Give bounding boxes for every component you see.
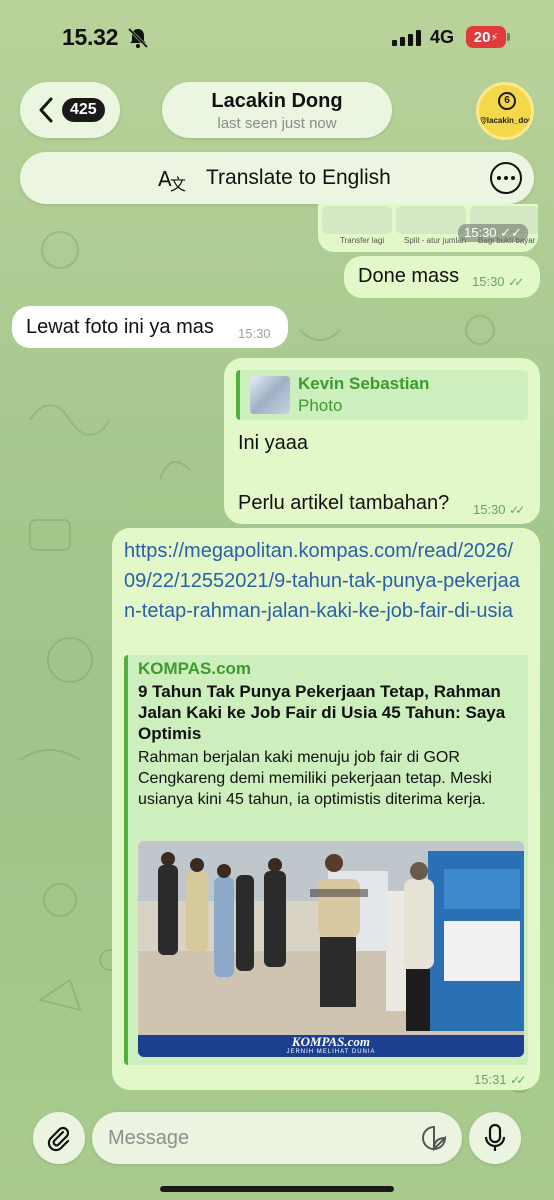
message-time: 15:30 ✓✓: [473, 502, 525, 517]
signal-icon: [392, 30, 421, 46]
battery-indicator: 20 ⚡: [466, 26, 510, 48]
preview-site-name: KOMPAS.com: [138, 659, 252, 678]
unread-count-badge: 425: [62, 98, 105, 122]
message-text: Done mass: [358, 265, 460, 287]
transfer-again-label: Transfer lagi: [340, 236, 385, 245]
home-indicator: [160, 1186, 394, 1192]
preview-photo: [138, 841, 524, 1057]
sticker-icon[interactable]: [420, 1124, 448, 1152]
paperclip-icon: [47, 1126, 70, 1152]
double-check-icon: ✓✓: [508, 275, 524, 289]
chat-name: Lacakin Dong: [211, 90, 343, 112]
message-input[interactable]: [92, 1112, 462, 1164]
preview-image[interactable]: KOMPAS.com JERNIH MELIHAT DUNIA: [138, 841, 524, 1057]
translate-label: Translate to English: [206, 166, 391, 189]
reply-type: Photo: [298, 396, 343, 415]
last-seen-status: last seen just now: [217, 115, 337, 132]
battery-level: 20: [473, 28, 491, 46]
message-bubble-outgoing[interactable]: Done mass 15:30 ✓✓: [344, 256, 540, 298]
avatar-logo: 6: [498, 92, 516, 110]
message-time: 15:30 ✓✓: [472, 274, 524, 289]
svg-text:文: 文: [170, 175, 186, 194]
translate-bar[interactable]: A 文 Translate to English: [20, 152, 534, 204]
message-time: 15:31 ✓✓: [474, 1072, 526, 1087]
translate-icon: A 文: [158, 167, 186, 194]
link-preview[interactable]: KOMPAS.com 9 Tahun Tak Punya Pekerjaan T…: [124, 655, 528, 1065]
previous-message-card[interactable]: Transfer lagi Split - atur jumlah Bagi b…: [318, 204, 538, 252]
bell-slash-icon: [127, 27, 149, 49]
more-options-button[interactable]: [490, 162, 522, 194]
transfer-again-button: [322, 206, 392, 234]
split-label: Split - atur jumlah: [404, 236, 467, 245]
message-text: Ini yaaa: [238, 432, 309, 454]
reply-photo-thumbnail: [250, 376, 290, 414]
status-time: 15.32: [62, 24, 119, 50]
preview-description: Rahman berjalan kaki menuju job fair di …: [138, 749, 492, 808]
kompas-logo: KOMPAS.com: [291, 1034, 371, 1049]
message-text: Lewat foto ini ya mas: [26, 316, 214, 338]
chevron-left-icon: [39, 97, 53, 123]
chat-title[interactable]: Lacakin Dong last seen just now: [162, 82, 392, 138]
back-button[interactable]: 425: [20, 82, 120, 138]
message-bubble-incoming[interactable]: Lewat foto ini ya mas 15:30: [12, 306, 288, 348]
double-check-icon: ✓✓: [510, 1073, 526, 1087]
microphone-icon: [484, 1123, 506, 1151]
microphone-button[interactable]: [469, 1112, 521, 1164]
message-time: 15:30: [238, 326, 271, 341]
kompas-tagline: JERNIH MELIHAT DUNIA: [286, 1049, 376, 1055]
avatar-handle: @lacakin_dong: [479, 116, 534, 125]
double-check-icon: ✓✓: [509, 503, 525, 517]
avatar[interactable]: 6 @lacakin_dong: [476, 82, 534, 140]
message-text: Perlu artikel tambahan?: [238, 492, 450, 514]
status-bar: 15.32 4G 20 ⚡: [0, 0, 554, 74]
network-type: 4G: [430, 27, 455, 47]
reply-quote[interactable]: Kevin Sebastian Photo: [236, 370, 528, 420]
kompas-watermark: KOMPAS.com JERNIH MELIHAT DUNIA: [138, 1035, 524, 1057]
reply-sender-name: Kevin Sebastian: [298, 374, 430, 393]
more-icon: [497, 176, 501, 180]
preview-title: 9 Tahun Tak Punya Pekerjaan Tetap, Rahma…: [138, 682, 506, 743]
attach-button[interactable]: [33, 1112, 85, 1164]
message-time: 15:30 ✓✓: [458, 224, 528, 242]
split-button: [396, 206, 466, 234]
article-link[interactable]: https://megapolitan.kompas.com/read/2026…: [124, 536, 524, 626]
